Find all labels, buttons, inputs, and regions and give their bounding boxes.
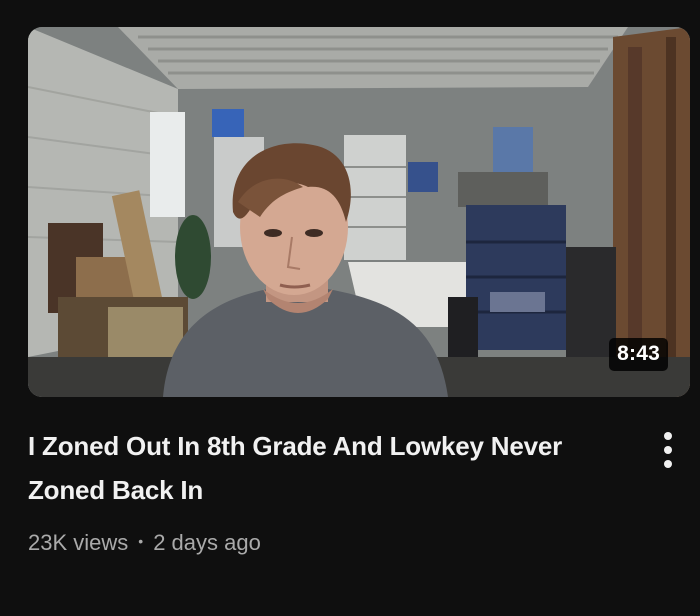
upload-age: 2 days ago bbox=[153, 530, 261, 555]
video-title[interactable]: I Zoned Out In 8th Grade And Lowkey Neve… bbox=[28, 424, 638, 512]
separator-dot: • bbox=[138, 533, 144, 549]
video-thumbnail[interactable]: 8:43 bbox=[28, 27, 690, 397]
more-vert-icon[interactable] bbox=[650, 428, 686, 472]
view-count: 23K views bbox=[28, 530, 129, 555]
thumbnail-image bbox=[28, 27, 690, 397]
menu-dot bbox=[664, 432, 672, 440]
menu-dot bbox=[664, 446, 672, 454]
video-stats: 23K views • 2 days ago bbox=[28, 530, 638, 556]
menu-dot bbox=[664, 460, 672, 468]
video-card: 8:43 I Zoned Out In 8th Grade And Lowkey… bbox=[0, 0, 700, 616]
video-details: I Zoned Out In 8th Grade And Lowkey Neve… bbox=[28, 424, 638, 556]
duration-badge: 8:43 bbox=[609, 338, 668, 371]
